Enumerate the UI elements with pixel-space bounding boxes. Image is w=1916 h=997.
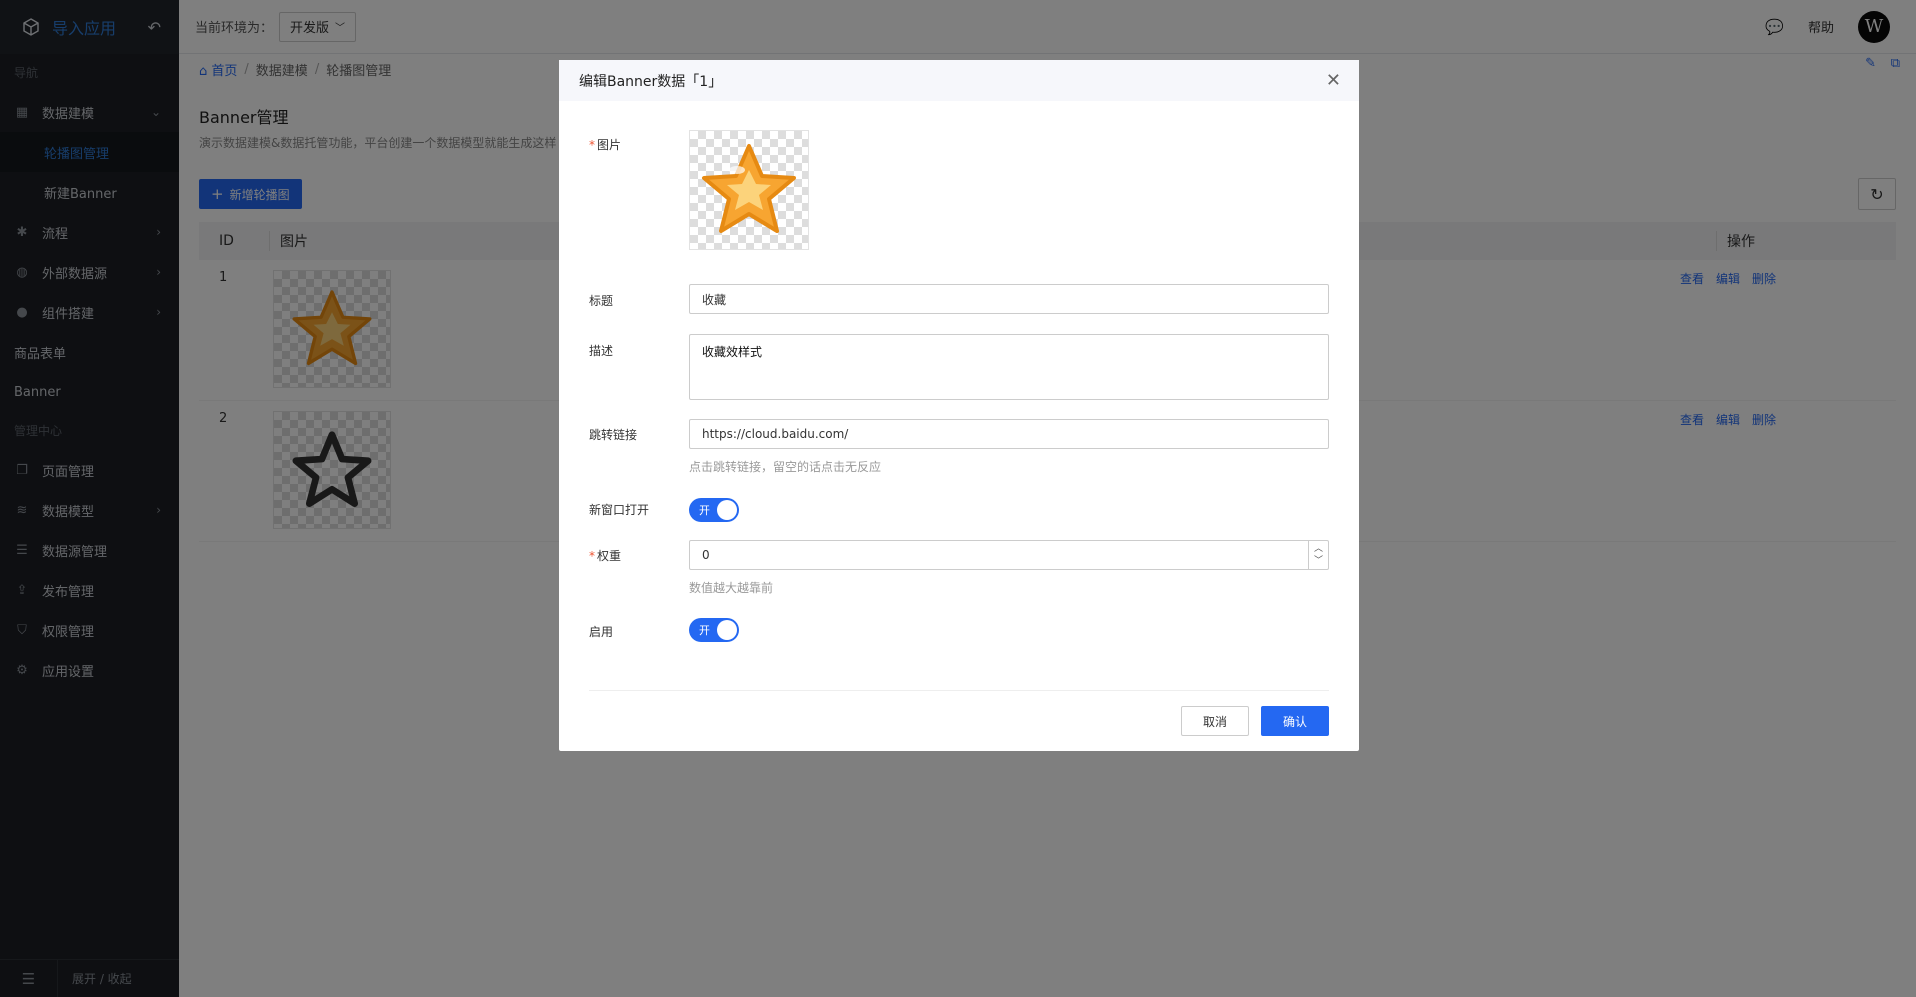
dialog-divider: [589, 690, 1329, 691]
toggle-state-label: 开: [699, 624, 710, 637]
desc-field-label: 描述: [589, 344, 614, 358]
chevron-up-icon[interactable]: ︿: [1314, 543, 1323, 555]
image-label-text: 图片: [597, 138, 622, 152]
edit-banner-dialog: 编辑Banner数据「1」 ✕ *图片 标题 描述 收藏效样式 跳转链接 点击跳…: [559, 60, 1359, 751]
link-input[interactable]: [689, 419, 1329, 449]
image-field-label: * 图片: [589, 136, 621, 153]
toggle-knob: [717, 620, 737, 640]
new-window-field-label: 新窗口打开: [589, 503, 650, 517]
enabled-toggle[interactable]: 开: [689, 618, 739, 642]
new-window-toggle[interactable]: 开: [689, 498, 739, 522]
required-mark: *: [589, 138, 595, 152]
weight-stepper[interactable]: ︿ ﹀: [1308, 541, 1328, 569]
description-textarea[interactable]: 收藏效样式: [689, 334, 1329, 400]
enabled-field-label: 启用: [589, 625, 614, 639]
toggle-knob: [717, 500, 737, 520]
chevron-down-icon[interactable]: ﹀: [1314, 555, 1323, 567]
title-field-label: 标题: [589, 294, 614, 308]
star-icon: [702, 144, 796, 233]
weight-input[interactable]: [689, 540, 1329, 570]
toggle-state-label: 开: [699, 504, 710, 517]
confirm-button[interactable]: 确认: [1261, 706, 1329, 736]
link-hint: 点击跳转链接，留空的话点击无反应: [689, 460, 882, 474]
weight-hint: 数值越大越靠前: [689, 581, 774, 595]
weight-field-label: * 权重: [589, 547, 621, 564]
dialog-title: 编辑Banner数据「1」: [579, 73, 723, 90]
dialog-header: 编辑Banner数据「1」: [559, 60, 1359, 101]
required-mark: *: [589, 549, 595, 563]
image-upload[interactable]: [689, 130, 809, 250]
title-input[interactable]: [689, 284, 1329, 314]
cancel-button[interactable]: 取消: [1181, 706, 1249, 736]
weight-label-text: 权重: [597, 549, 622, 563]
close-icon[interactable]: ✕: [1326, 70, 1341, 91]
link-field-label: 跳转链接: [589, 428, 638, 442]
